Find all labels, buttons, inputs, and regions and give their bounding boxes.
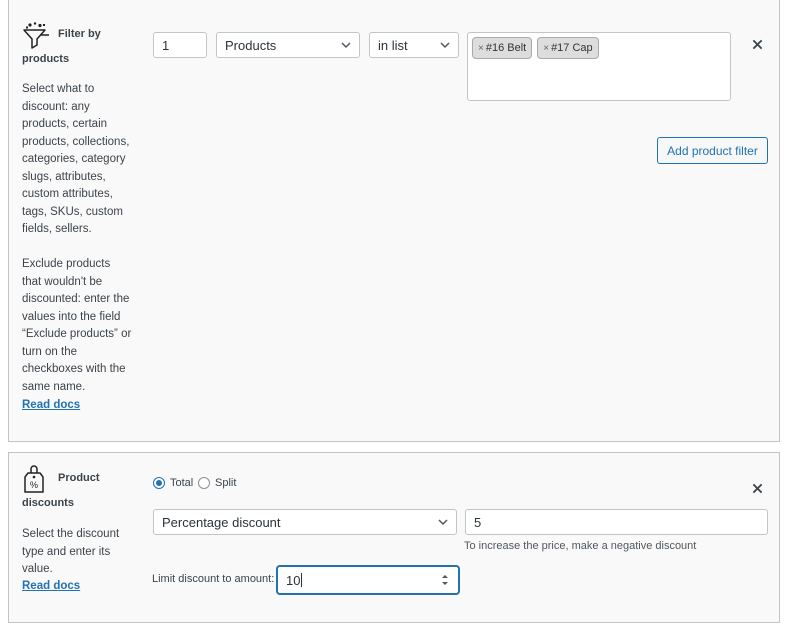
filter-condition-value: in list <box>378 37 408 53</box>
close-icon[interactable] <box>752 483 763 494</box>
quantity-input[interactable]: 1 <box>153 32 207 58</box>
discount-type-select[interactable]: Percentage discount <box>153 509 457 535</box>
remove-tag-icon[interactable]: × <box>478 43 484 54</box>
radio-split-option[interactable]: Split <box>198 477 236 489</box>
limit-label: Limit discount to amount: <box>152 573 275 585</box>
filter-condition-select[interactable]: in list <box>369 32 459 58</box>
limit-amount-value: 10 <box>286 572 301 588</box>
discount-hint: To increase the price, make a negative d… <box>464 540 697 552</box>
discount-read-docs-link[interactable]: Read docs <box>22 580 80 592</box>
radio-total[interactable] <box>153 477 165 489</box>
filter-type-select[interactable]: Products <box>216 32 360 58</box>
filter-read-docs-link[interactable]: Read docs <box>22 399 80 411</box>
limit-amount-input[interactable]: 10 <box>277 566 459 594</box>
product-tags-field[interactable]: × #16 Belt × #17 Cap <box>467 32 731 101</box>
remove-tag-icon[interactable]: × <box>543 43 549 54</box>
svg-text:%: % <box>30 480 38 490</box>
chevron-down-icon <box>438 519 448 526</box>
filter-title-line1: Filter by <box>58 28 101 40</box>
chevron-down-icon <box>341 42 351 49</box>
product-tag-label: #16 Belt <box>485 42 527 54</box>
stepper-arrows-icon[interactable] <box>440 571 450 589</box>
discount-type-value: Percentage discount <box>162 514 281 530</box>
add-product-filter-button[interactable]: Add product filter <box>657 137 768 164</box>
filter-type-value: Products <box>225 37 277 53</box>
number-stepper[interactable] <box>440 571 450 589</box>
filter-title-line2: products <box>22 53 70 65</box>
quantity-value: 1 <box>162 37 170 53</box>
text-cursor <box>301 573 303 587</box>
discount-value: 5 <box>474 514 482 530</box>
radio-total-label: Total <box>170 477 194 489</box>
radio-split[interactable] <box>198 477 210 489</box>
radio-total-option[interactable]: Total <box>153 477 193 489</box>
chevron-down-icon <box>440 42 450 49</box>
product-tag: × #17 Cap <box>537 37 599 59</box>
product-tag-label: #17 Cap <box>551 42 593 54</box>
close-icon[interactable] <box>752 39 763 50</box>
discount-title-line1: Product <box>58 472 100 484</box>
product-discounts-panel: % Product discounts Select the discount … <box>8 452 780 623</box>
radio-split-label: Split <box>215 477 237 489</box>
discount-description: Select the discount type and enter its v… <box>22 528 120 575</box>
discount-title-line2: discounts <box>22 497 74 509</box>
filter-products-panel: Filter by products Select what to discou… <box>8 0 780 442</box>
discount-value-input[interactable]: 5 <box>465 509 768 535</box>
filter-description: Select what to discount: any products, c… <box>22 83 132 393</box>
product-tag: × #16 Belt <box>472 37 533 59</box>
